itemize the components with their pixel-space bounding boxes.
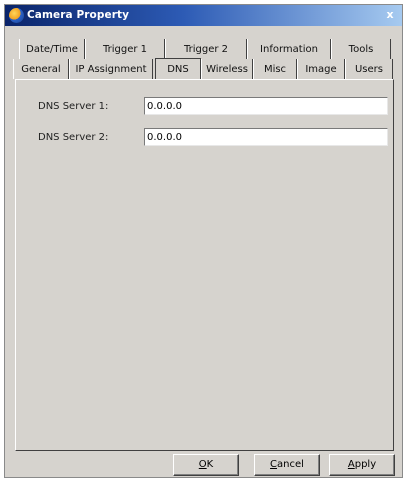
cancel-button[interactable]: Cancel xyxy=(254,454,320,476)
tab-row-front: General IP Assignment DNS Wireless Misc … xyxy=(5,58,402,79)
apply-button[interactable]: Apply xyxy=(329,454,395,476)
cancel-label-rest: ancel xyxy=(277,459,304,470)
apply-label-rest: pply xyxy=(354,459,377,470)
ok-button[interactable]: OK xyxy=(173,454,239,476)
tab-tools[interactable]: Tools xyxy=(331,39,391,59)
tab-wireless[interactable]: Wireless xyxy=(201,59,253,79)
dns-server-2-input[interactable] xyxy=(144,128,388,146)
camera-app-icon xyxy=(9,8,24,23)
dns-server-2-label: DNS Server 2: xyxy=(38,132,109,143)
close-button[interactable]: x xyxy=(382,8,398,22)
dns-settings-panel: DNS Server 1: DNS Server 2: xyxy=(15,79,394,451)
ok-label-rest: K xyxy=(206,459,214,470)
cancel-mnemonic: C xyxy=(270,459,278,470)
tab-general[interactable]: General xyxy=(13,59,69,79)
ok-mnemonic: O xyxy=(198,459,207,470)
tab-date-time[interactable]: Date/Time xyxy=(19,39,85,59)
window-title: Camera Property xyxy=(27,9,130,21)
dns-server-1-input[interactable] xyxy=(144,97,388,115)
apply-mnemonic: A xyxy=(347,459,355,470)
tab-ip-assignment[interactable]: IP Assignment xyxy=(69,59,153,79)
title-bar[interactable]: Camera Property x xyxy=(5,5,402,26)
tab-misc[interactable]: Misc xyxy=(253,59,297,79)
tab-trigger-1[interactable]: Trigger 1 xyxy=(85,39,165,59)
tab-image[interactable]: Image xyxy=(297,59,345,79)
dns-server-1-label: DNS Server 1: xyxy=(38,101,109,112)
tab-users[interactable]: Users xyxy=(345,59,393,79)
tab-information[interactable]: Information xyxy=(247,39,331,59)
camera-property-window: Camera Property x Date/Time Trigger 1 Tr… xyxy=(4,4,403,478)
tab-dns[interactable]: DNS xyxy=(155,58,201,79)
tab-row-back: Date/Time Trigger 1 Trigger 2 Informatio… xyxy=(5,39,402,59)
tab-trigger-2[interactable]: Trigger 2 xyxy=(165,39,247,59)
